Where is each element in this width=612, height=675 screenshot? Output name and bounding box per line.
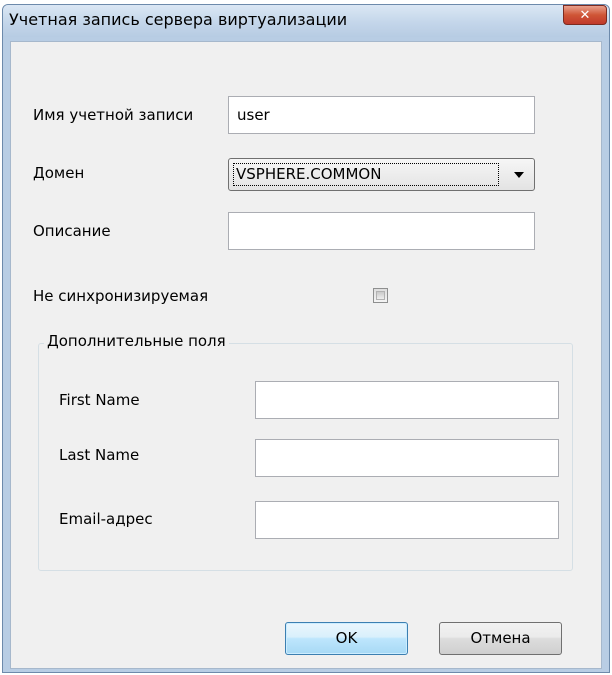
email-input[interactable] xyxy=(255,501,559,539)
cancel-button[interactable]: Отмена xyxy=(439,622,562,655)
account-name-input[interactable]: user xyxy=(228,96,535,134)
chevron-down-icon[interactable] xyxy=(514,172,524,178)
last-name-label: Last Name xyxy=(59,446,140,464)
dialog-client-area: Имя учетной записи user Домен VSPHERE.CO… xyxy=(10,41,602,669)
first-name-input[interactable] xyxy=(255,381,559,419)
checkbox-inner xyxy=(376,291,385,300)
ok-button[interactable]: OK xyxy=(285,622,408,655)
domain-selected-value: VSPHERE.COMMON xyxy=(233,163,499,186)
last-name-input[interactable] xyxy=(255,439,559,477)
description-label: Описание xyxy=(33,222,111,240)
dialog-window: Учетная запись сервера виртуализации ✕ И… xyxy=(2,4,610,673)
close-button[interactable]: ✕ xyxy=(563,5,607,25)
first-name-label: First Name xyxy=(59,391,140,409)
domain-label: Домен xyxy=(33,164,85,182)
account-name-label: Имя учетной записи xyxy=(33,106,194,124)
extra-fields-title: Дополнительные поля xyxy=(44,332,229,350)
close-icon: ✕ xyxy=(579,7,591,23)
not-synced-checkbox[interactable] xyxy=(373,288,388,303)
not-synced-label: Не синхронизируемая xyxy=(33,287,209,305)
description-input[interactable] xyxy=(228,212,535,250)
extra-fields-group: Дополнительные поля First Name Last Name… xyxy=(38,332,573,571)
window-title: Учетная запись сервера виртуализации xyxy=(9,10,348,29)
title-bar[interactable]: Учетная запись сервера виртуализации ✕ xyxy=(3,5,609,37)
domain-select[interactable]: VSPHERE.COMMON xyxy=(228,158,535,191)
email-label: Email-адрес xyxy=(59,510,153,528)
